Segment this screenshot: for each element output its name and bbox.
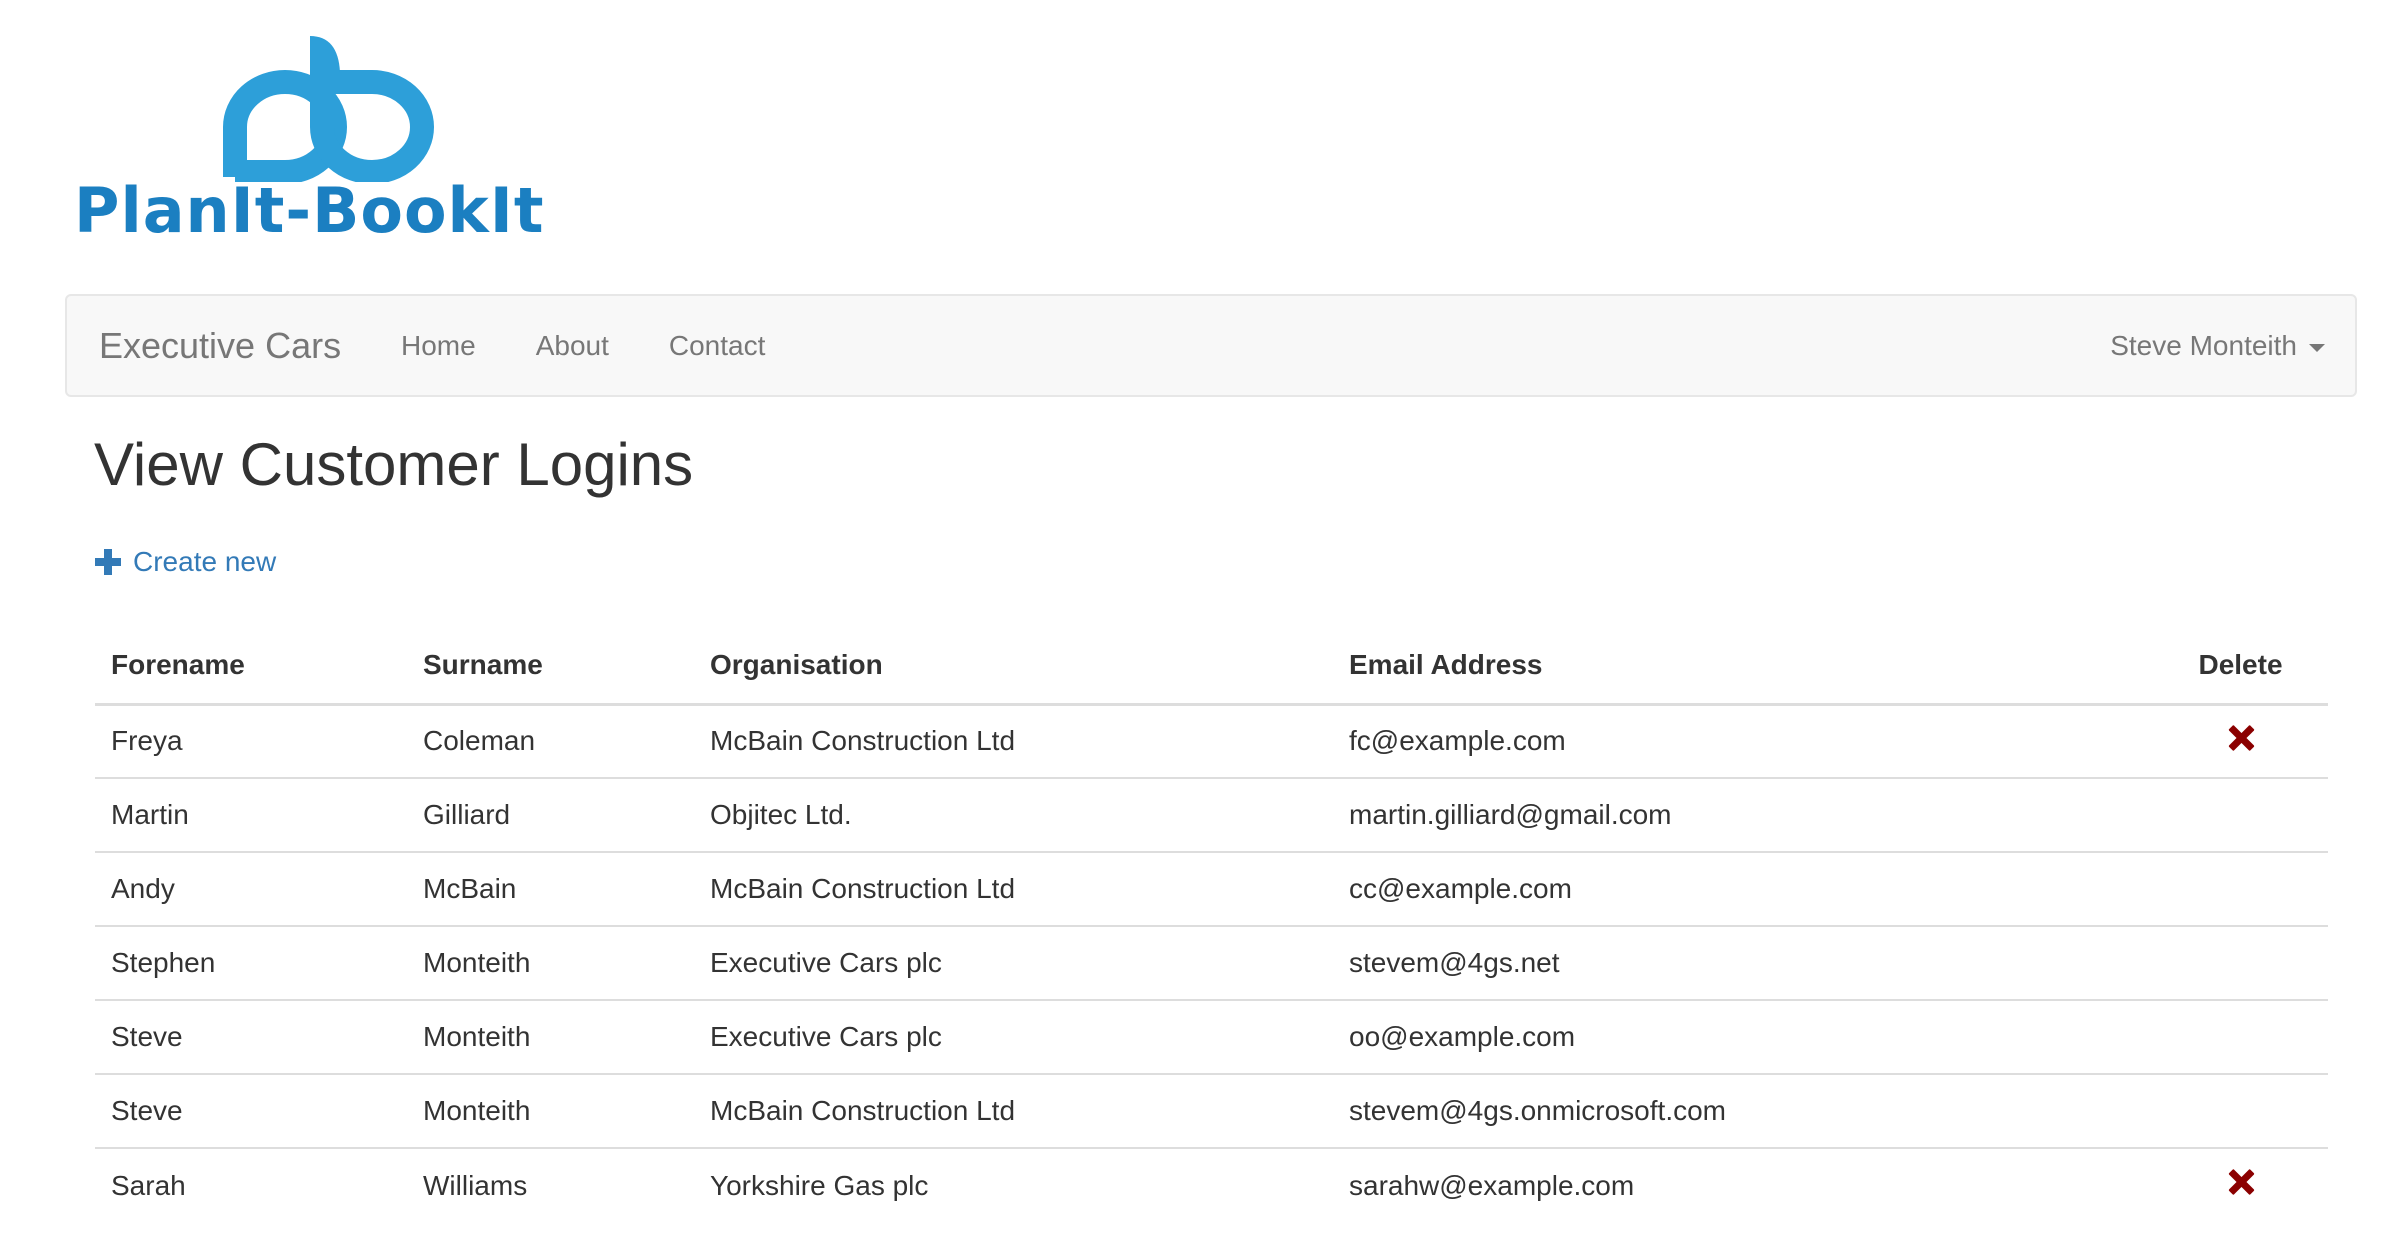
table-row: Steve Monteith McBain Construction Ltd stev… xyxy=(95,1073,2328,1148)
cell-organisation: Yorkshire Gas plc xyxy=(694,1147,1333,1222)
cell-surname: Gilliard xyxy=(407,777,694,852)
cell-forename: Stephen xyxy=(95,925,407,1000)
header-organisation: Organisation xyxy=(694,628,1333,706)
cell-email: oo@example.com xyxy=(1333,999,2153,1074)
cell-forename: Andy xyxy=(95,851,407,926)
cell-forename: Sarah xyxy=(95,1147,407,1222)
planit-bookit-logo: PlanIt-BookIt xyxy=(70,32,544,252)
page-title: View Customer Logins xyxy=(94,431,694,498)
table-row: Martin Gilliard Objitec Ltd. martin.gilliar… xyxy=(95,777,2328,852)
caret-down-icon xyxy=(2309,343,2325,352)
table-row: Andy McBain McBain Construction Ltd cc@exam… xyxy=(95,851,2328,926)
nav-link-home[interactable]: Home xyxy=(401,330,476,362)
cell-surname: Monteith xyxy=(407,925,694,1000)
cell-surname: Coleman xyxy=(423,725,536,757)
delete-x-icon[interactable] xyxy=(2228,725,2254,751)
cell-organisation: McBain Construction Ltd xyxy=(694,1073,1333,1148)
create-new-link[interactable]: Create new xyxy=(95,546,276,578)
cell-email: stevem@4gs.net xyxy=(1333,925,2153,1000)
table-row: Freya Coleman McBain Construction Ltd fc@ex… xyxy=(95,704,2328,778)
cell-organisation: Executive Cars plc xyxy=(694,999,1333,1074)
table-header-row: Forename Surname Organisation Email Addr… xyxy=(95,628,2328,706)
table-row: Sarah Williams Yorkshire Gas plc sarahw@exa… xyxy=(95,1147,2328,1222)
user-name: Steve Monteith xyxy=(2110,329,2297,361)
navbar: Executive Cars Home About Contact Steve … xyxy=(65,294,2357,397)
cell-delete xyxy=(2153,999,2328,1074)
cell-surname: McBain xyxy=(407,851,694,926)
cell-email: sarahw@example.com xyxy=(1333,1147,2153,1222)
plus-icon xyxy=(95,549,121,575)
create-new-label: Create new xyxy=(133,546,277,577)
cell-delete xyxy=(2153,704,2328,778)
nav-links: Home About Contact xyxy=(401,296,825,395)
cell-forename: Steve xyxy=(95,999,407,1074)
cell-surname: Monteith xyxy=(407,1073,694,1148)
cell-surname: Monteith xyxy=(407,999,694,1074)
user-menu-dropdown[interactable]: Steve Monteith xyxy=(2110,296,2325,395)
cell-email: martin.gilliard@gmail.com xyxy=(1333,777,2153,852)
cell-organisation: Executive Cars plc xyxy=(694,925,1333,1000)
cell-email: cc@example.com xyxy=(1333,851,2153,926)
header-forename: Forename xyxy=(95,628,407,706)
cell-delete xyxy=(2153,1147,2328,1222)
header-surname: Surname xyxy=(407,628,694,706)
cell-delete xyxy=(2153,1073,2328,1148)
cell-forename: Freya xyxy=(111,725,183,757)
table-row: Steve Monteith Executive Cars plc oo@exampl… xyxy=(95,999,2328,1074)
cell-organisation: McBain Construction Ltd xyxy=(694,851,1333,926)
header-email: Email Address xyxy=(1333,628,2153,706)
cell-delete xyxy=(2153,777,2328,852)
delete-x-icon[interactable] xyxy=(2228,1169,2254,1195)
navbar-brand[interactable]: Executive Cars xyxy=(99,296,341,395)
customer-logins-table: Forename Surname Organisation Email Addr… xyxy=(95,628,2328,1222)
table-row: Stephen Monteith Executive Cars plc stevem@… xyxy=(95,925,2328,1000)
logo-text: PlanIt-BookIt xyxy=(74,174,545,247)
cell-organisation: McBain Construction Ltd xyxy=(710,725,1016,757)
cell-email: fc@example.com xyxy=(1349,725,1566,757)
cell-forename: Steve xyxy=(95,1073,407,1148)
cell-surname: Williams xyxy=(407,1147,694,1222)
cell-delete xyxy=(2153,925,2328,1000)
cell-organisation: Objitec Ltd. xyxy=(694,777,1333,852)
pb-logo-icon xyxy=(223,36,434,182)
cell-email: stevem@4gs.onmicrosoft.com xyxy=(1333,1073,2153,1148)
cell-delete xyxy=(2153,851,2328,926)
nav-link-about[interactable]: About xyxy=(536,330,609,362)
cell-forename: Martin xyxy=(95,777,407,852)
nav-link-contact[interactable]: Contact xyxy=(669,330,766,362)
table-body: Freya Coleman McBain Construction Ltd fc@ex… xyxy=(95,704,2328,1222)
header-delete: Delete xyxy=(2153,628,2328,706)
